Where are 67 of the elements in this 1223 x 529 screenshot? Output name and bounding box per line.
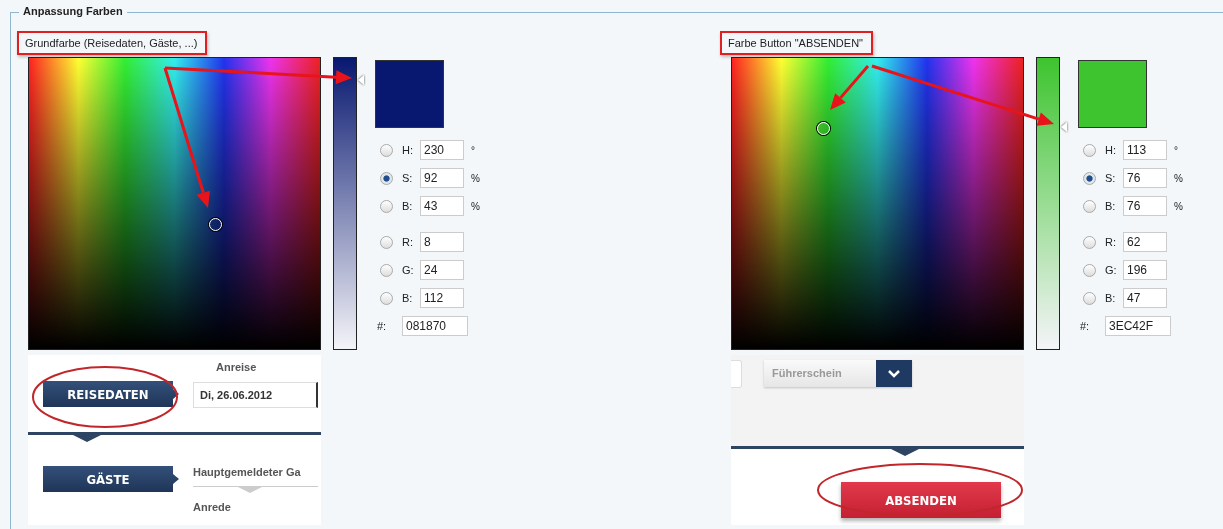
value-field[interactable]: 92 xyxy=(420,168,464,188)
value-field[interactable]: 196 xyxy=(1123,260,1167,280)
field-label: Hauptgemeldeter Ga xyxy=(193,466,302,478)
field-label: Anrede xyxy=(193,501,231,513)
field-label: G: xyxy=(402,264,415,276)
date-field[interactable]: Di, 26.06.2012 xyxy=(193,382,318,408)
radio-button[interactable] xyxy=(380,235,393,249)
text-field[interactable] xyxy=(731,360,742,388)
value-field[interactable]: 8 xyxy=(420,232,464,252)
radio-button[interactable] xyxy=(380,199,393,213)
saturation-slider[interactable] xyxy=(333,57,364,350)
color-field[interactable] xyxy=(731,57,1024,350)
value-field[interactable]: 47 xyxy=(1123,288,1167,308)
field-label: S: xyxy=(402,172,414,184)
value-field[interactable]: 230 xyxy=(420,140,464,160)
radio-button[interactable] xyxy=(1083,199,1096,213)
field-label: G: xyxy=(1105,264,1118,276)
radio-button[interactable] xyxy=(1083,171,1096,185)
radio-button[interactable] xyxy=(1083,263,1096,277)
field-label: B: xyxy=(402,200,414,212)
hex-field[interactable]: 081870 xyxy=(402,316,468,336)
value-field[interactable]: 62 xyxy=(1123,232,1167,252)
slider-thumb[interactable] xyxy=(358,75,364,86)
hex-field[interactable]: 3EC42F xyxy=(1105,316,1171,336)
field-label: H: xyxy=(1105,144,1117,156)
tab-button[interactable]: REISEDATEN xyxy=(43,381,179,407)
section-legend: Anpassung Farben xyxy=(19,5,127,17)
value-field[interactable]: 113 xyxy=(1123,140,1167,160)
picker-label: Farbe Button "ABSENDEN" xyxy=(720,31,873,55)
value-field[interactable]: 76 xyxy=(1123,168,1167,188)
field-label: B: xyxy=(402,292,414,304)
radio-button[interactable] xyxy=(380,143,393,157)
radio-button[interactable] xyxy=(380,263,393,277)
radio-button[interactable] xyxy=(1083,143,1096,157)
field-label: S: xyxy=(1105,172,1117,184)
unit-label: ° xyxy=(1174,144,1178,156)
radio-button[interactable] xyxy=(380,291,393,305)
value-field[interactable]: 76 xyxy=(1123,196,1167,216)
unit-label: % xyxy=(471,200,480,212)
radio-button[interactable] xyxy=(1083,291,1096,305)
field-label: B: xyxy=(1105,200,1117,212)
unit-label: % xyxy=(1174,172,1183,184)
slider-thumb[interactable] xyxy=(1061,122,1067,133)
color-field[interactable] xyxy=(28,57,321,350)
radio-button[interactable] xyxy=(1083,235,1096,249)
radio-button[interactable] xyxy=(380,171,393,185)
color-swatch xyxy=(1078,60,1147,128)
submit-button[interactable]: ABSENDEN xyxy=(841,482,1001,518)
dropdown-button[interactable] xyxy=(876,360,912,387)
unit-label: % xyxy=(1174,200,1183,212)
tab-button[interactable]: GÄSTE xyxy=(43,466,179,492)
unit-label: ° xyxy=(471,144,475,156)
value-field[interactable]: 24 xyxy=(420,260,464,280)
field-label: H: xyxy=(402,144,414,156)
saturation-slider[interactable] xyxy=(1036,57,1067,350)
value-field[interactable]: 43 xyxy=(420,196,464,216)
field-label: R: xyxy=(402,236,414,248)
field-label: #: xyxy=(377,320,388,332)
value-field[interactable]: 112 xyxy=(420,288,464,308)
chevron-down-icon xyxy=(888,369,900,378)
unit-label: % xyxy=(471,172,480,184)
picker-label: Grundfarbe (Reisedaten, Gäste, ...) xyxy=(17,31,208,55)
color-swatch xyxy=(375,60,444,128)
field-label: #: xyxy=(1080,320,1091,332)
field-label: B: xyxy=(1105,292,1117,304)
field-label: Anreise xyxy=(216,361,258,373)
field-label: R: xyxy=(1105,236,1117,248)
